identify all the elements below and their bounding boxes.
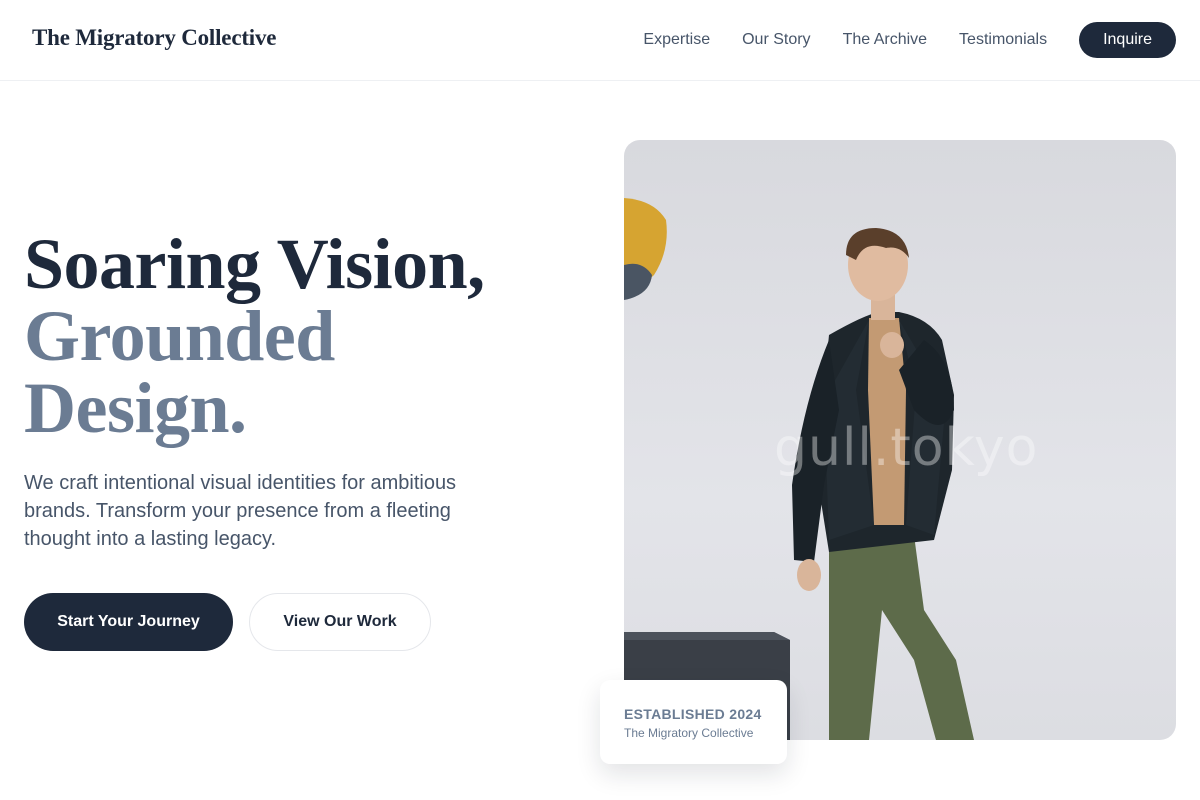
established-badge-card: ESTABLISHED 2024 The Migratory Collectiv… — [600, 680, 787, 764]
hero-title-line-1: Soaring Vision, — [24, 224, 485, 304]
hero-title-line-3: Design. — [24, 368, 247, 448]
hero-title-line-2: Grounded — [24, 296, 335, 376]
nav-link-expertise[interactable]: Expertise — [643, 22, 710, 58]
start-your-journey-button[interactable]: Start Your Journey — [24, 593, 233, 651]
nav-link-our-story[interactable]: Our Story — [742, 22, 810, 58]
hero-photo: gull.tokyo — [624, 140, 1176, 740]
established-badge-title: ESTABLISHED 2024 — [624, 706, 762, 722]
inquire-button[interactable]: Inquire — [1079, 22, 1176, 58]
established-badge-subtitle: The Migratory Collective — [624, 726, 754, 740]
view-our-work-button[interactable]: View Our Work — [249, 593, 431, 651]
hero-subtitle: We craft intentional visual identities f… — [24, 472, 457, 550]
brand-logo[interactable]: The Migratory Collective — [32, 25, 276, 51]
watermark-text: gull.tokyo — [774, 418, 1039, 478]
top-navigation: The Migratory Collective Expertise Our S… — [0, 0, 1200, 81]
nav-link-the-archive[interactable]: The Archive — [843, 22, 927, 58]
nav-link-testimonials[interactable]: Testimonials — [959, 22, 1047, 58]
hero-title: Soaring Vision, Grounded Design. — [24, 228, 485, 444]
nav-links: Expertise Our Story The Archive Testimon… — [643, 22, 1176, 58]
